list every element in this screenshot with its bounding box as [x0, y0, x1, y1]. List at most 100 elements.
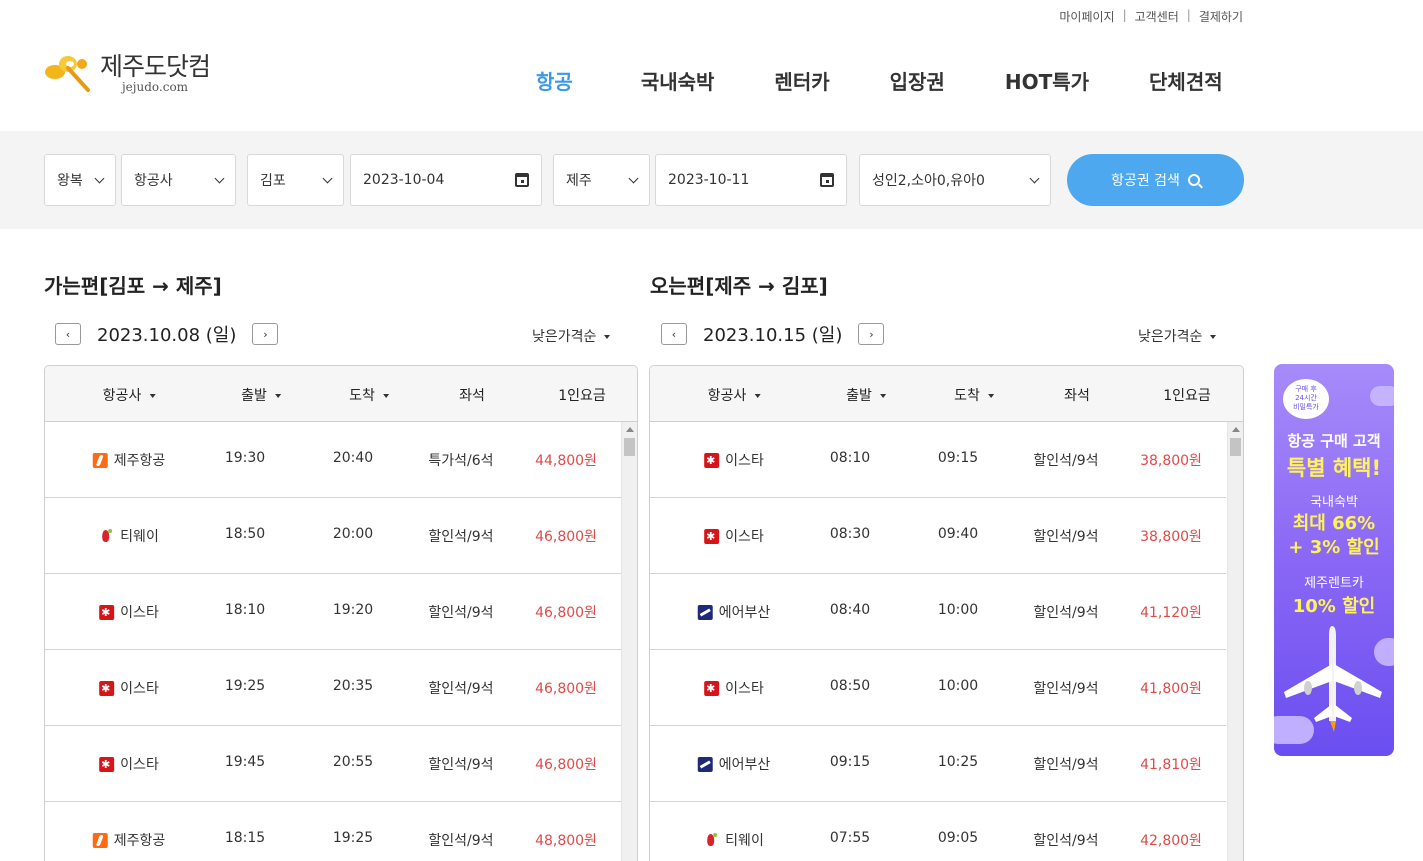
origin-select[interactable]: 김포 — [247, 154, 344, 206]
price: 46,800원 — [535, 529, 597, 545]
depart-date-input[interactable]: 2023-10-04 — [350, 154, 542, 206]
price: 46,800원 — [535, 605, 597, 621]
caret-down-icon — [1210, 335, 1217, 339]
price: 42,800원 — [1140, 833, 1202, 849]
scrollbar[interactable] — [1227, 422, 1243, 861]
arrive-time: 19:20 — [332, 602, 374, 618]
sort-label: 낮은가격순 — [532, 329, 597, 345]
nav-group-quote[interactable]: 단체견적 — [1149, 66, 1223, 95]
airline-logo-icon — [99, 680, 115, 696]
inbound-flight-table: 항공사 출발 도착 좌석 1인요금 이스타 08:10 09:15 할인석/9석 38,… — [649, 365, 1244, 861]
depart-time: 08:30 — [829, 526, 871, 542]
prev-date-button[interactable]: ‹ — [661, 323, 687, 345]
destination-select[interactable]: 제주 — [553, 154, 650, 206]
flight-row[interactable]: 에어부산 09:15 10:25 할인석/9석 41,810원 — [650, 726, 1226, 802]
nav-hot-deal[interactable]: HOT특가 — [1005, 66, 1089, 95]
airline-select[interactable]: 항공사 — [121, 154, 236, 206]
arrive-time: 20:35 — [332, 678, 374, 694]
main-nav: 항공 국내숙박 렌터카 입장권 HOT특가 단체견적 — [536, 66, 1223, 95]
flight-row[interactable]: 제주항공 19:30 20:40 특가석/6석 44,800원 — [45, 422, 621, 498]
depart-time: 19:45 — [224, 754, 266, 770]
flight-row[interactable]: 이스타 18:10 19:20 할인석/9석 46,800원 — [45, 574, 621, 650]
header-airline[interactable]: 항공사 — [103, 385, 156, 405]
header-depart[interactable]: 출발 — [846, 385, 886, 405]
airline-name: 제주항공 — [113, 833, 166, 849]
promo-banner[interactable]: 구매 후 24시간 비밀특가 항공 구매 고객 특별 혜택! 국내숙박 최대 6… — [1274, 364, 1394, 756]
flight-row[interactable]: 티웨이 18:50 20:00 할인석/9석 46,800원 — [45, 498, 621, 574]
airline-logo-icon — [704, 680, 720, 696]
flight-row[interactable]: 이스타 19:25 20:35 할인석/9석 46,800원 — [45, 650, 621, 726]
arrive-time: 09:15 — [937, 450, 979, 466]
divider: | — [1122, 8, 1127, 22]
prev-date-button[interactable]: ‹ — [55, 323, 81, 345]
return-date-input[interactable]: 2023-10-11 — [655, 154, 847, 206]
airline-cell: 이스타 — [704, 526, 764, 546]
seat-info: 할인석/9석 — [428, 681, 494, 697]
airline-value: 항공사 — [134, 173, 173, 189]
passenger-select[interactable]: 성인2,소아0,유아0 — [859, 154, 1051, 206]
flight-row[interactable]: 이스타 08:10 09:15 할인석/9석 38,800원 — [650, 422, 1226, 498]
flight-row[interactable]: 이스타 08:30 09:40 할인석/9석 38,800원 — [650, 498, 1226, 574]
flight-row[interactable]: 티웨이 07:55 09:05 할인석/9석 42,800원 — [650, 802, 1226, 861]
depart-time: 18:10 — [224, 602, 266, 618]
inbound-title: 오는편[제주 → 김포] — [650, 274, 828, 298]
trip-type-value: 왕복 — [57, 173, 83, 189]
promo-rentcar-discount: 10% 할인 — [1292, 596, 1376, 617]
header-price: 1인요금 — [558, 388, 606, 404]
arrive-time: 10:00 — [937, 602, 979, 618]
airline-logo-icon — [92, 452, 108, 468]
next-date-button[interactable]: › — [858, 323, 885, 345]
nav-ticket[interactable]: 입장권 — [890, 66, 945, 95]
airplane-icon — [1284, 626, 1382, 732]
airline-logo-icon — [99, 604, 115, 620]
seat-info: 할인석/9석 — [1033, 453, 1099, 469]
flight-row[interactable]: 이스타 08:50 10:00 할인석/9석 41,800원 — [650, 650, 1226, 726]
inbound-date: 2023.10.15 (일) — [703, 325, 843, 346]
checkout-link[interactable]: 결제하기 — [1199, 8, 1243, 25]
flight-row[interactable]: 제주항공 18:15 19:25 할인석/9석 48,800원 — [45, 802, 621, 861]
inbound-sort-select[interactable]: 낮은가격순 — [1138, 326, 1217, 346]
price: 48,800원 — [535, 833, 597, 849]
scrollbar[interactable] — [621, 422, 637, 861]
nav-flight[interactable]: 항공 — [536, 66, 573, 95]
site-logo[interactable]: 제주도닷컴 jejudo.com — [44, 52, 211, 94]
arrive-time: 20:40 — [332, 450, 374, 466]
calendar-icon[interactable] — [820, 173, 834, 187]
flight-search-button[interactable]: 항공권 검색 — [1067, 154, 1244, 206]
depart-time: 18:50 — [224, 526, 266, 542]
header-arrive[interactable]: 도착 — [954, 385, 994, 405]
passenger-value: 성인2,소아0,유아0 — [872, 173, 985, 189]
table-body: 제주항공 19:30 20:40 특가석/6석 44,800원 티웨이 18:50 20:00… — [45, 422, 637, 861]
promo-headline: 특별 혜택! — [1286, 456, 1382, 480]
trip-type-select[interactable]: 왕복 — [44, 154, 116, 206]
airline-name: 에어부산 — [718, 605, 771, 621]
return-date-value: 2023-10-11 — [668, 172, 750, 188]
next-date-button[interactable]: › — [252, 323, 279, 345]
promo-badge: 구매 후 24시간 비밀특가 — [1283, 379, 1329, 419]
header-airline[interactable]: 항공사 — [708, 385, 761, 405]
seat-info: 할인석/9석 — [428, 833, 494, 849]
header-price: 1인요금 — [1163, 388, 1211, 404]
header-depart[interactable]: 출발 — [241, 385, 281, 405]
nav-rentcar[interactable]: 렌터카 — [774, 66, 829, 95]
search-button-label: 항공권 검색 — [1111, 173, 1180, 189]
promo-line-1: 항공 구매 고객 — [1287, 432, 1381, 450]
outbound-sort-select[interactable]: 낮은가격순 — [532, 326, 611, 346]
header-arrive[interactable]: 도착 — [349, 385, 389, 405]
airline-cell: 이스타 — [704, 450, 764, 470]
customer-center-link[interactable]: 고객센터 — [1135, 8, 1179, 25]
logo-mark-icon — [45, 56, 90, 92]
airline-name: 티웨이 — [120, 529, 159, 545]
cloud-decoration — [1370, 386, 1394, 406]
depart-time: 19:30 — [224, 450, 266, 466]
nav-lodging[interactable]: 국내숙박 — [641, 66, 715, 95]
seat-info: 할인석/9석 — [1033, 833, 1099, 849]
depart-time: 08:40 — [829, 602, 871, 618]
depart-time: 08:50 — [829, 678, 871, 694]
flight-row[interactable]: 이스타 19:45 20:55 할인석/9석 46,800원 — [45, 726, 621, 802]
flight-row[interactable]: 에어부산 08:40 10:00 할인석/9석 41,120원 — [650, 574, 1226, 650]
table-header: 항공사 출발 도착 좌석 1인요금 — [45, 366, 637, 422]
airline-logo-icon — [697, 756, 713, 772]
calendar-icon[interactable] — [515, 173, 529, 187]
mypage-link[interactable]: 마이페이지 — [1059, 8, 1114, 25]
